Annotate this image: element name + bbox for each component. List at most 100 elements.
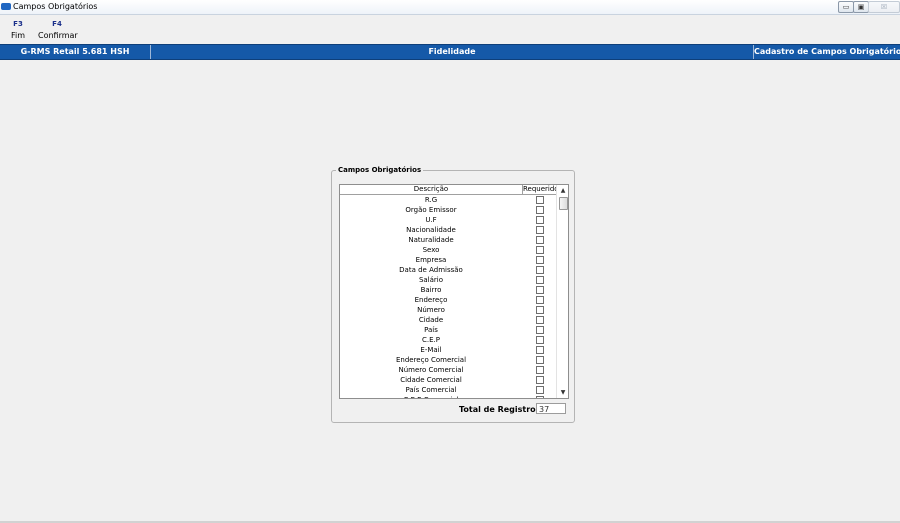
descricao-cell: Endereço: [414, 296, 448, 304]
requerido-checkbox[interactable]: [536, 306, 544, 314]
requerido-checkbox[interactable]: [536, 216, 544, 224]
table-row[interactable]: Orgão Emissor: [340, 205, 556, 215]
requerido-checkbox[interactable]: [536, 296, 544, 304]
requerido-cell: [523, 345, 556, 355]
requerido-cell: [523, 385, 556, 395]
column-header-requerido[interactable]: Requerido: [523, 185, 559, 194]
descricao-cell: Endereço Comercial: [395, 356, 467, 364]
total-registros-value: 37: [536, 403, 566, 414]
table-row[interactable]: Número: [340, 305, 556, 315]
system-name: G-RMS Retail 5.681 HSH: [0, 45, 151, 59]
confirmar-button[interactable]: F4 Confirmar: [38, 20, 78, 40]
module-name: Fidelidade: [151, 45, 754, 59]
table-row[interactable]: Data de Admissão: [340, 265, 556, 275]
screen-name: Cadastro de Campos Obrigatórios: [754, 47, 900, 56]
descricao-cell: C.E.P: [422, 336, 440, 344]
table-row[interactable]: Empresa: [340, 255, 556, 265]
descricao-cell: Bairro: [420, 286, 442, 294]
requerido-checkbox[interactable]: [536, 336, 544, 344]
grid-rows: R.G Orgão Emissor U.F Nacionalidade Naturali…: [340, 195, 556, 398]
requerido-cell: [523, 355, 556, 365]
descricao-cell: U.F: [425, 216, 437, 224]
requerido-cell: [523, 315, 556, 325]
scroll-thumb[interactable]: [559, 197, 568, 210]
table-row[interactable]: Número Comercial: [340, 365, 556, 375]
title-bar: Campos Obrigatórios ▭ ▣ ☒: [0, 0, 900, 15]
app-icon: [1, 3, 11, 10]
scroll-down-icon[interactable]: ▼: [557, 387, 568, 398]
table-row[interactable]: Nacionalidade: [340, 225, 556, 235]
header-bar: G-RMS Retail 5.681 HSH Fidelidade Cadast…: [0, 44, 900, 60]
minimize-button[interactable]: ▭: [838, 1, 854, 13]
window-title: Campos Obrigatórios: [13, 2, 98, 11]
table-row[interactable]: C.E.P Comercial: [340, 395, 556, 398]
requerido-cell: [523, 365, 556, 375]
requerido-checkbox[interactable]: [536, 376, 544, 384]
requerido-checkbox[interactable]: [536, 356, 544, 364]
requerido-cell: [523, 325, 556, 335]
descricao-cell: C.E.P Comercial: [340, 395, 522, 398]
requerido-checkbox[interactable]: [536, 396, 544, 398]
requerido-checkbox[interactable]: [536, 346, 544, 354]
descricao-cell: Nacionalidade: [406, 226, 456, 234]
descricao-cell: Orgão Emissor: [405, 206, 457, 214]
requerido-cell: [523, 215, 556, 225]
table-row[interactable]: Bairro: [340, 285, 556, 295]
requerido-checkbox[interactable]: [536, 316, 544, 324]
table-row[interactable]: Sexo: [340, 245, 556, 255]
descricao-cell: Cidade Comercial: [400, 376, 462, 384]
requerido-checkbox[interactable]: [536, 236, 544, 244]
descricao-cell: País Comercial: [405, 386, 457, 394]
table-row[interactable]: U.F: [340, 215, 556, 225]
maximize-button[interactable]: ▣: [853, 1, 869, 13]
campos-grid[interactable]: Descrição Requerido R.G Orgão Emissor U.F N…: [339, 184, 569, 399]
campos-obrigatorios-group: Campos Obrigatórios Descrição Requerido …: [331, 166, 575, 423]
table-row[interactable]: Cidade: [340, 315, 556, 325]
fim-button[interactable]: F3 Fim: [6, 20, 30, 40]
descricao-cell: R.G: [424, 196, 438, 204]
requerido-checkbox[interactable]: [536, 246, 544, 254]
requerido-checkbox[interactable]: [536, 286, 544, 294]
requerido-cell: [523, 335, 556, 345]
vertical-scrollbar[interactable]: ▲ ▼: [556, 185, 568, 398]
confirmar-label: Confirmar: [38, 31, 78, 40]
descricao-cell: Cidade: [418, 316, 444, 324]
requerido-checkbox[interactable]: [536, 256, 544, 264]
grid-header: Descrição Requerido: [340, 185, 559, 195]
requerido-cell: [523, 265, 556, 275]
requerido-checkbox[interactable]: [536, 226, 544, 234]
descricao-cell: Data de Admissão: [399, 266, 463, 274]
table-row[interactable]: R.G: [340, 195, 556, 205]
table-row[interactable]: Naturalidade: [340, 235, 556, 245]
requerido-checkbox[interactable]: [536, 326, 544, 334]
descricao-cell: Número: [417, 306, 445, 314]
requerido-cell: [523, 305, 556, 315]
requerido-cell: [523, 295, 556, 305]
fim-label: Fim: [10, 31, 26, 40]
table-row[interactable]: C.E.P: [340, 335, 556, 345]
requerido-checkbox[interactable]: [536, 196, 544, 204]
close-button[interactable]: ☒: [868, 1, 900, 13]
fim-shortcut: F3: [13, 20, 23, 28]
requerido-cell: [523, 375, 556, 385]
requerido-checkbox[interactable]: [536, 276, 544, 284]
table-row[interactable]: E-Mail: [340, 345, 556, 355]
descricao-cell: Sexo: [422, 246, 440, 254]
toolbar: F3 Fim F4 Confirmar: [0, 15, 900, 43]
requerido-checkbox[interactable]: [536, 366, 544, 374]
descricao-cell: E-Mail: [420, 346, 442, 354]
scroll-up-icon[interactable]: ▲: [557, 185, 568, 196]
column-header-descricao[interactable]: Descrição: [340, 185, 523, 194]
table-row[interactable]: País: [340, 325, 556, 335]
table-row[interactable]: Endereço: [340, 295, 556, 305]
table-row[interactable]: Endereço Comercial: [340, 355, 556, 365]
table-row[interactable]: País Comercial: [340, 385, 556, 395]
requerido-cell: [523, 275, 556, 285]
requerido-checkbox[interactable]: [536, 206, 544, 214]
requerido-checkbox[interactable]: [536, 386, 544, 394]
total-registros-label: Total de Registros :: [459, 405, 547, 414]
table-row[interactable]: Cidade Comercial: [340, 375, 556, 385]
table-row[interactable]: Salário: [340, 275, 556, 285]
requerido-checkbox[interactable]: [536, 266, 544, 274]
requerido-cell: [523, 255, 556, 265]
